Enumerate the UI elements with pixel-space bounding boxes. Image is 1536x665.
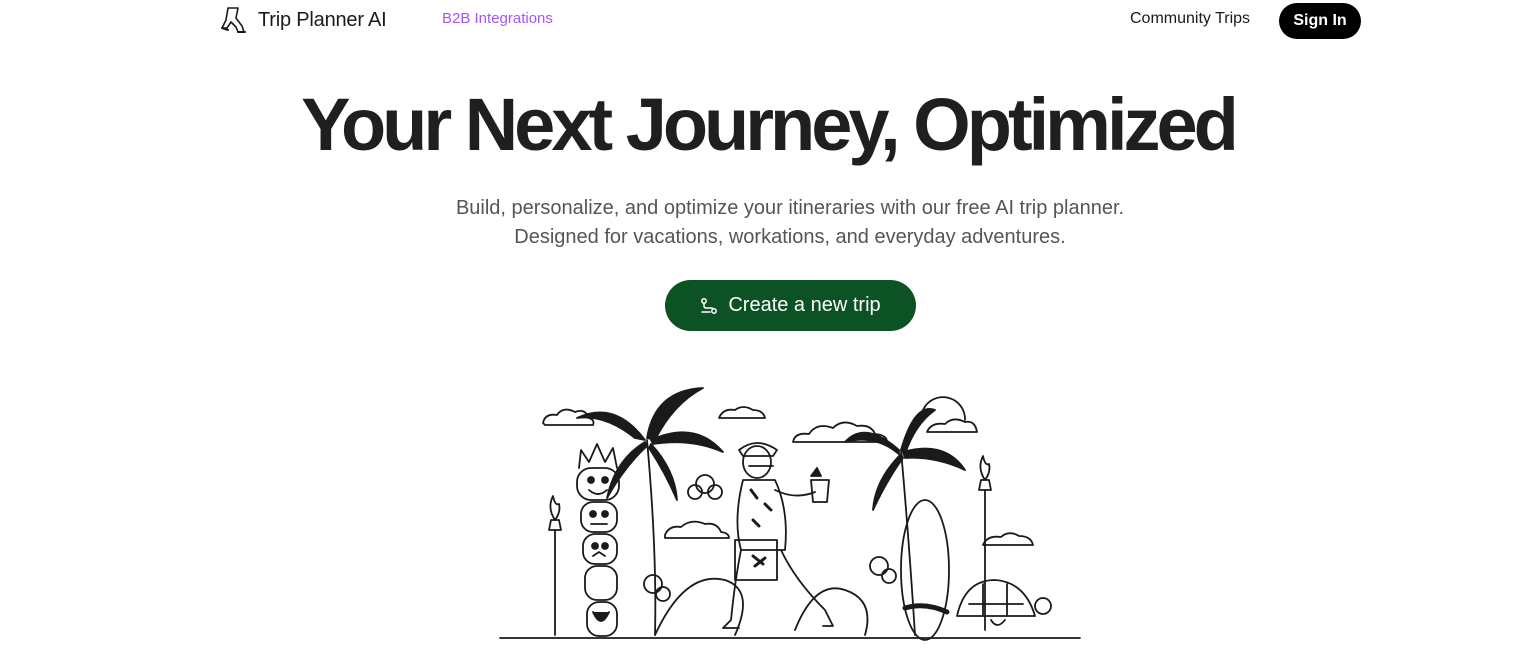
b2b-integrations-link[interactable]: B2B Integrations [442, 10, 553, 27]
walking-legs-icon [221, 7, 246, 33]
community-trips-link[interactable]: Community Trips [1130, 10, 1250, 28]
logo-text: Trip Planner AI [258, 8, 387, 31]
hero-title: Your Next Journey, Optimized [301, 83, 1239, 166]
sign-in-button[interactable]: Sign In [1279, 3, 1361, 39]
route-icon [701, 297, 718, 314]
tropical-traveler-illustration [499, 387, 1081, 641]
top-nav: Trip Planner AI B2B Integrations Communi… [0, 0, 1536, 40]
hero-subtitle: Build, personalize, and optimize your it… [455, 197, 1125, 248]
create-trip-button[interactable]: Create a new trip [665, 280, 916, 331]
create-trip-label: Create a new trip [728, 294, 881, 316]
logo-link[interactable]: Trip Planner AI [218, 4, 387, 36]
